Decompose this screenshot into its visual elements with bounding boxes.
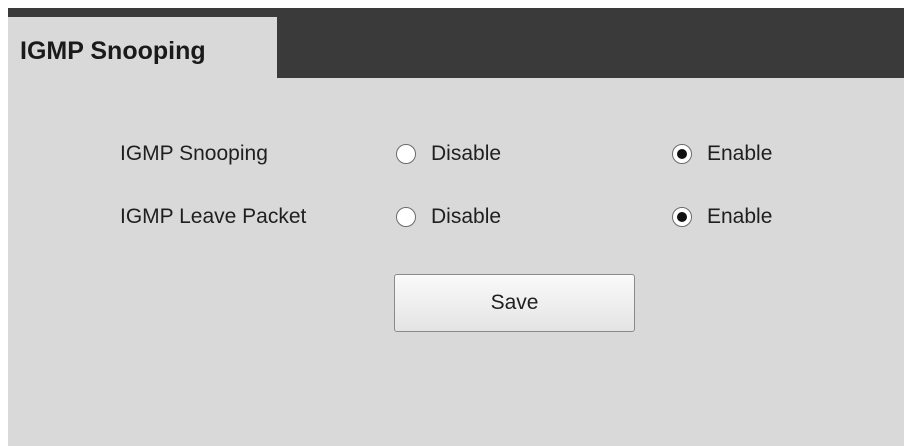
- igmp-leave-packet-disable-option[interactable]: Disable: [396, 199, 501, 235]
- igmp-snooping-disable-option[interactable]: Disable: [396, 136, 501, 172]
- tab-igmp-snooping[interactable]: IGMP Snooping: [8, 17, 277, 78]
- igmp-leave-packet-enable-radio[interactable]: [672, 207, 692, 227]
- igmp-snooping-label: IGMP Snooping: [120, 142, 268, 165]
- tab-bar: IGMP Snooping: [8, 8, 904, 78]
- igmp-leave-packet-label: IGMP Leave Packet: [120, 205, 307, 228]
- save-button[interactable]: Save: [394, 274, 635, 332]
- igmp-snooping-enable-option[interactable]: Enable: [672, 136, 772, 172]
- igmp-snooping-disable-label: Disable: [431, 142, 502, 165]
- igmp-snooping-enable-label: Enable: [707, 142, 773, 165]
- igmp-leave-packet-disable-label: Disable: [431, 205, 502, 228]
- igmp-snooping-enable-radio[interactable]: [672, 144, 692, 164]
- igmp-leave-packet-disable-radio[interactable]: [396, 207, 416, 227]
- igmp-leave-packet-enable-label: Enable: [707, 205, 773, 228]
- igmp-leave-packet-enable-option[interactable]: Enable: [672, 199, 772, 235]
- igmp-snooping-disable-radio[interactable]: [396, 144, 416, 164]
- settings-panel: IGMP Snooping IGMP Snooping Disable Enab…: [8, 8, 904, 446]
